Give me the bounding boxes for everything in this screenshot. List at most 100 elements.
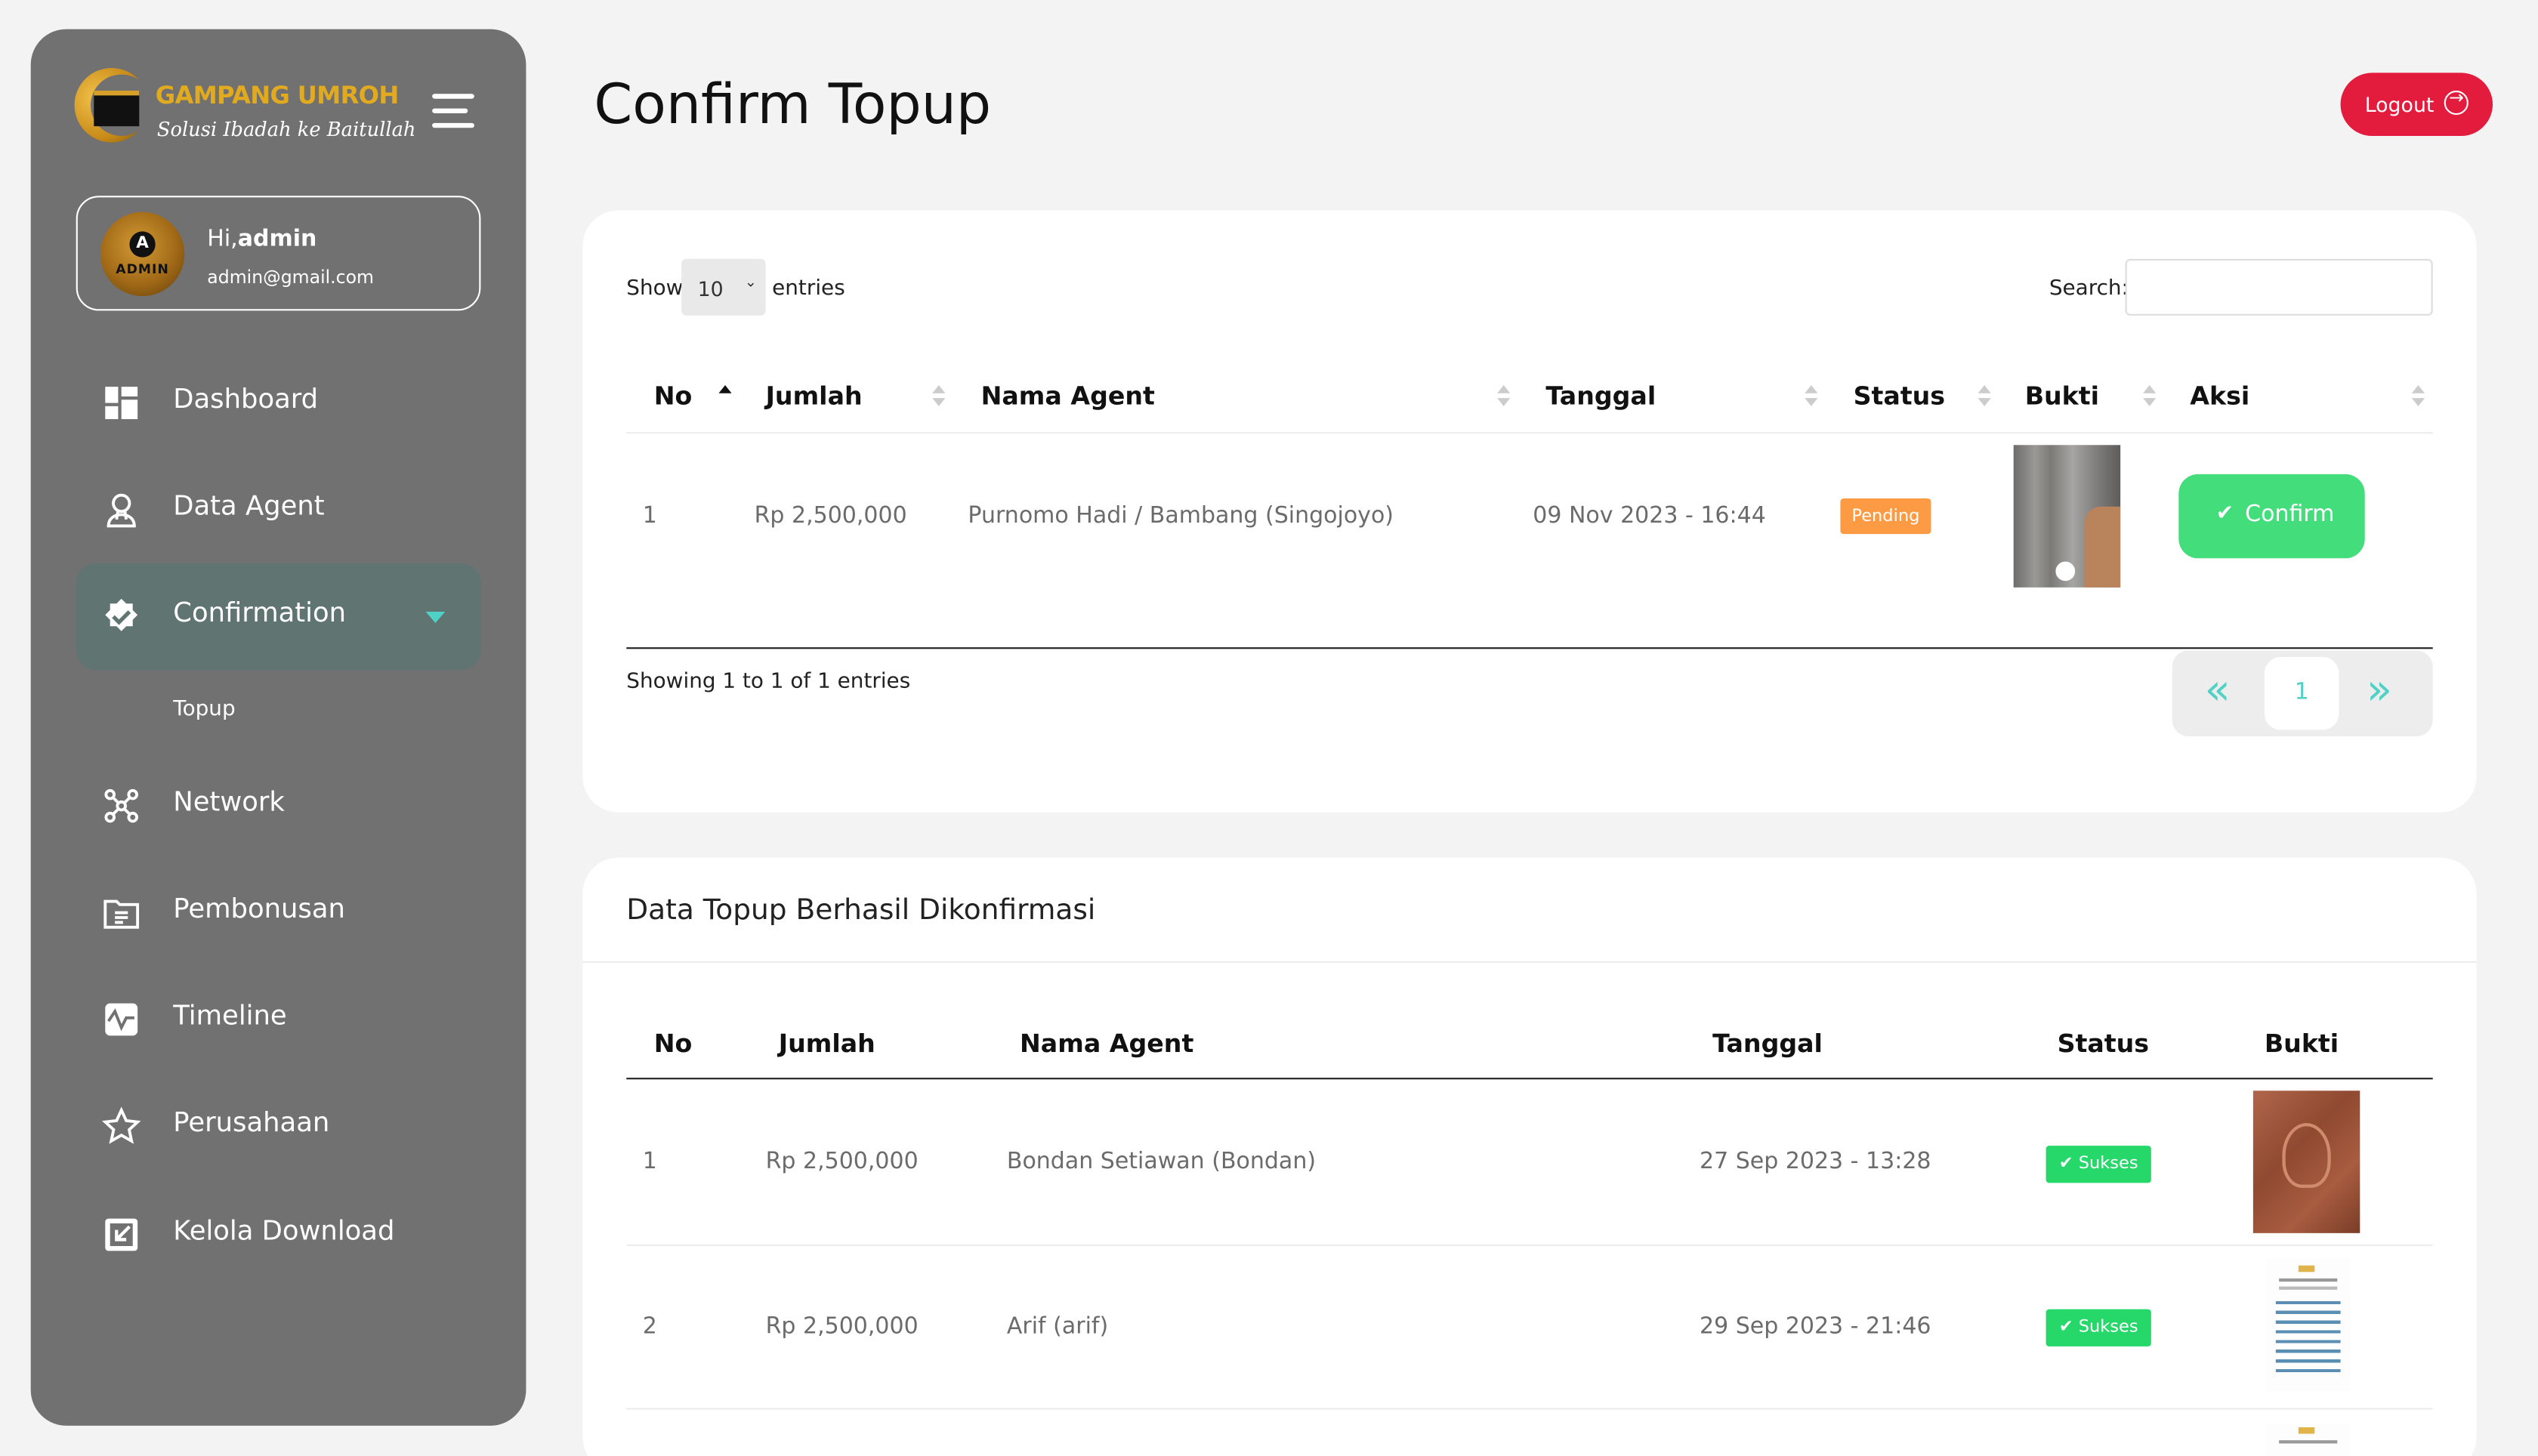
entries-value: 10 [697,276,724,301]
page-title: Confirm Topup [594,72,992,138]
document-table [2275,1300,2341,1376]
agent-icon [107,493,136,528]
confirm-button[interactable]: ✔ Confirm [2178,474,2365,559]
sort-icon[interactable] [1978,384,1991,408]
sidebar-item-data-agent[interactable]: Data Agent [76,456,481,563]
document-logo [2298,1427,2315,1434]
confirm-label: Confirm [2245,501,2335,528]
column-header-no[interactable]: No [654,382,693,412]
profile-card[interactable]: A ADMIN Hi,admin admin@gmail.com [76,196,481,311]
document-line [2279,1278,2338,1282]
username: admin [237,227,317,253]
status-badge: ✔ Sukses [2046,1146,2151,1183]
sidebar: GAMPANG UMROH Solusi Ibadah ke Baitullah… [30,29,526,1426]
column-header-status[interactable]: Status [1854,382,1946,412]
check-icon: ✔ [2215,501,2234,526]
dashboard-icon [105,387,138,419]
sidebar-item-network[interactable]: Network [76,752,481,859]
sidebar-item-dashboard[interactable]: Dashboard [76,350,481,456]
sort-icon[interactable] [1497,384,1511,408]
column-header-tanggal[interactable]: Tanggal [1545,382,1656,412]
status-badge: ✔ Sukses [2046,1309,2151,1346]
chevron-down-icon[interactable] [425,612,446,623]
entries-label: entries [772,276,845,301]
pending-topup-card: Show 10 ⌄ entries Search: No Jumlah Nama… [582,210,2477,813]
cell-nama-agent: Bondan Setiawan (Bondan) [1006,1149,1317,1175]
logout-button[interactable]: Logout [2340,72,2493,136]
cell-nama-agent: Arif (arif) [1006,1314,1109,1340]
row-divider [626,1408,2433,1410]
entries-select[interactable]: 10 ⌄ [681,258,766,316]
sort-icon[interactable] [2411,384,2425,408]
bukti-thumbnail[interactable] [2013,445,2121,588]
sidebar-item-pembonusan[interactable]: Pembonusan [76,859,481,966]
column-header-jumlah[interactable]: Jumlah [766,382,863,412]
table-bottom-border [626,647,2433,649]
search-label: Search: [2049,276,2129,301]
network-icon [104,788,138,823]
sidebar-item-label: Perusahaan [173,1106,330,1138]
logout-label: Logout [2364,92,2435,117]
menu-toggle-icon[interactable] [432,94,474,129]
sidebar-item-label: Dashboard [173,383,319,415]
cell-nama-agent: Purnomo Hadi / Bambang (Singojoyo) [968,503,1394,529]
sort-icon[interactable] [2143,384,2157,408]
sidebar-item-confirmation[interactable]: Confirmation [76,563,481,671]
cell-jumlah: Rp 2,500,000 [765,1314,919,1340]
carving-pattern [2282,1123,2331,1188]
cell-tanggal: 27 Sep 2023 - 13:28 [1700,1149,1931,1175]
column-header-nama-agent: Nama Agent [1020,1029,1194,1059]
sort-icon[interactable] [1805,384,1818,408]
column-header-tanggal: Tanggal [1712,1029,1823,1059]
column-header-no: No [653,1029,693,1059]
brand-tagline: Solusi Ibadah ke Baitullah [156,118,416,141]
header-divider [626,432,2433,434]
cell-no: 1 [642,1149,657,1175]
bukti-thumbnail-partial[interactable] [2266,1424,2351,1456]
sidebar-subitem-topup[interactable]: Topup [173,698,235,722]
prev-page-icon[interactable]: « [2205,667,2231,715]
column-header-nama-agent[interactable]: Nama Agent [981,382,1155,412]
search-input[interactable] [2125,258,2433,316]
avatar-letter: A [129,231,156,258]
sidebar-item-label: Data Agent [173,490,325,521]
bukti-thumbnail[interactable] [2252,1090,2360,1233]
avatar: A ADMIN [100,211,185,297]
cell-tanggal: 29 Sep 2023 - 21:46 [1700,1314,1931,1340]
page-button-1[interactable]: 1 [2264,657,2339,730]
column-header-aksi[interactable]: Aksi [2190,382,2249,412]
avatar-text: ADMIN [116,262,169,277]
column-header-bukti[interactable]: Bukti [2025,382,2099,412]
document-logo [2298,1265,2315,1272]
column-header-bukti: Bukti [2264,1029,2339,1059]
cell-no: 2 [642,1314,657,1340]
column-header-jumlah: Jumlah [778,1029,875,1059]
sidebar-item-timeline[interactable]: Timeline [76,966,481,1072]
timeline-icon [105,1003,138,1036]
column-header-status: Status [2057,1029,2150,1059]
sidebar-item-perusahaan[interactable]: Perusahaan [76,1073,481,1180]
star-icon [102,1106,141,1144]
sidebar-item-label: Network [173,786,285,818]
next-page-icon[interactable]: » [2367,667,2392,715]
document-line [2279,1286,2338,1290]
hand-shape [2085,506,2121,588]
pagination: « 1 » [2172,650,2433,736]
cell-jumlah: Rp 2,500,000 [754,503,907,529]
sidebar-item-label: Kelola Download [173,1215,395,1246]
user-email: admin@gmail.com [207,267,375,288]
cell-no: 1 [642,503,657,529]
sidebar-item-label: Confirmation [173,597,347,628]
sidebar-item-label: Timeline [173,1000,287,1031]
section-title: Data Topup Berhasil Dikonfirmasi [626,895,1096,927]
brand-logo[interactable]: GAMPANG UMROH Solusi Ibadah ke Baitullah [74,68,415,146]
bukti-thumbnail[interactable] [2266,1259,2351,1392]
show-label: Show [626,276,684,301]
table-info: Showing 1 to 1 of 1 entries [626,670,911,695]
sidebar-item-kelola-download[interactable]: Kelola Download [76,1181,481,1288]
title-divider [582,961,2477,963]
sort-icon[interactable] [932,384,946,408]
sort-asc-icon[interactable] [718,384,732,408]
document-line [2279,1440,2338,1444]
cell-tanggal: 09 Nov 2023 - 16:44 [1533,503,1766,529]
